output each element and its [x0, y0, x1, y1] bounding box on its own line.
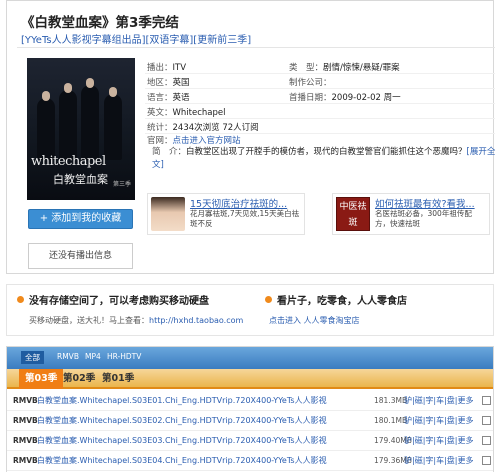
file-checkbox[interactable] — [482, 396, 491, 405]
divider — [145, 73, 495, 74]
file-name[interactable]: 白教堂血案.Whitechapel.S03E03.Chi_Eng.HDTVrip… — [37, 431, 327, 451]
ad-body: 花月寡祛斑,7天见效,15天美白祛斑不反 — [190, 209, 300, 228]
file-checkbox[interactable] — [482, 416, 491, 425]
file-checkbox[interactable] — [482, 456, 491, 465]
synopsis-text: 白教堂区出现了开膛手的模仿者，现代的白教堂警官们能抓住这个恶魔吗？ — [186, 147, 467, 157]
file-row: RMVB 白教堂血案.Whitechapel.S03E03.Chi_Eng.HD… — [7, 431, 493, 451]
meta-region: 地区：英国 — [147, 76, 190, 88]
poster-image[interactable]: whitechapel 白教堂血案 第三季 — [27, 58, 135, 200]
poster-title-cn: 白教堂血案 — [53, 173, 108, 186]
meta-value: 英语 — [172, 93, 190, 103]
meta-value: 2434次浏览 72人订阅 — [172, 123, 259, 133]
synopsis-label: 简 介： — [152, 147, 187, 157]
file-size: 181.3MB — [374, 396, 408, 405]
season-tabs: 第03季 第02季 第01季 — [7, 369, 493, 389]
meta-label: 类 型： — [289, 63, 324, 73]
resource-list: 全部 RMVB MP4 HR-HDTV 第03季 第02季 第01季 RMVB … — [6, 346, 494, 472]
meta-label: 语言： — [147, 93, 173, 103]
promo-left-heading[interactable]: 没有存储空间了，可以考虑购买移动硬盘 — [29, 292, 209, 307]
divider — [145, 118, 495, 119]
meta-label: 官网： — [147, 136, 173, 146]
ad-headline[interactable]: 如何祛斑最有效?看我... — [375, 196, 475, 210]
meta-label: 制作公司： — [289, 78, 332, 88]
meta-label: 首播日期： — [289, 93, 332, 103]
file-size: 180.1MB — [374, 416, 408, 425]
ad-thumbnail-text: 中医祛斑 — [339, 202, 367, 228]
bullet-icon — [265, 296, 272, 303]
file-name[interactable]: 白教堂血案.Whitechapel.S03E02.Chi_Eng.HDTVrip… — [37, 411, 327, 431]
ad-headline[interactable]: 15天彻底治疗祛斑的... — [190, 196, 287, 210]
official-site-link[interactable]: 点击进入官方网站 — [173, 136, 241, 146]
format-tab-rmvb[interactable]: RMVB — [57, 352, 79, 361]
file-name[interactable]: 白教堂血案.Whitechapel.S03E01.Chi_Eng.HDTVrip… — [37, 391, 327, 411]
synopsis: 简 介：白教堂区出现了开膛手的模仿者，现代的白教堂警官们能抓住这个恶魔吗？[展开… — [152, 146, 497, 172]
promo-right-link[interactable]: 点击进入 人人零食淘宝店 — [269, 316, 360, 325]
page-subtitle: [YYeTs人人影视字幕组出品][双语字幕][更新前三季] — [21, 35, 252, 46]
meta-label: 英文： — [147, 108, 173, 118]
meta-value: Whitechapel — [172, 108, 226, 118]
promo-left-link[interactable]: http://hxhd.taobao.com — [149, 316, 243, 325]
meta-channel: 播出：ITV — [147, 61, 186, 73]
format-tab-all[interactable]: 全部 — [21, 351, 44, 364]
promo-right-sub: 点击进入 人人零食淘宝店 — [269, 315, 360, 326]
ad-thumbnail: 中医祛斑 — [336, 197, 370, 231]
file-download-links[interactable]: 驴|磁|字|车|盘|更多 — [404, 431, 473, 451]
meta-value: 英国 — [172, 78, 190, 88]
meta-label: 地区： — [147, 78, 173, 88]
file-download-links[interactable]: 驴|磁|字|车|盘|更多 — [404, 391, 473, 411]
meta-english-name: 英文：Whitechapel — [147, 106, 226, 118]
promo-left-text: 买移动硬盘，送大礼！马上查看： — [29, 316, 149, 325]
meta-genre: 类 型：剧情/惊悚/悬疑/罪案 — [289, 61, 400, 73]
show-info-card: 《白教堂血案》第3季完结 [YYeTs人人影视字幕组出品][双语字幕][更新前三… — [6, 0, 497, 274]
file-format: RMVB — [13, 396, 38, 405]
file-format: RMVB — [13, 456, 38, 465]
divider — [145, 88, 495, 89]
meta-premiere-date: 首播日期：2009-02-02 周一 — [289, 91, 401, 103]
file-row: RMVB 白教堂血案.Whitechapel.S03E02.Chi_Eng.HD… — [7, 411, 493, 431]
promo-left-sub: 买移动硬盘，送大礼！马上查看：http://hxhd.taobao.com — [29, 315, 243, 326]
format-filter-bar: 全部 RMVB MP4 HR-HDTV — [7, 347, 493, 369]
format-tab-mp4[interactable]: MP4 — [85, 352, 101, 361]
poster-tag: 第三季 — [112, 181, 131, 188]
meta-value: 2009-02-02 周一 — [331, 93, 401, 103]
meta-official-site: 官网：点击进入官方网站 — [147, 134, 241, 146]
meta-value: 剧情/惊悚/悬疑/罪案 — [323, 63, 400, 73]
bullet-icon — [17, 296, 24, 303]
ad-thumbnail — [151, 197, 185, 231]
meta-production-company: 制作公司： — [289, 76, 332, 88]
meta-value: ITV — [172, 63, 187, 73]
ad-banner-1[interactable]: 15天彻底治疗祛斑的... 花月寡祛斑,7天见效,15天美白祛斑不反 — [147, 193, 305, 235]
no-schedule-button[interactable]: 还没有播出信息 — [28, 243, 133, 269]
season-tab-01[interactable]: 第01季 — [96, 369, 140, 389]
meta-stats: 统计：2434次浏览 72人订阅 — [147, 121, 259, 133]
poster-title-en: whitechapel — [31, 154, 106, 169]
ad-body: 名医祛斑必备，300年祖传配方，快速祛斑 — [375, 209, 472, 228]
file-row: RMVB 白教堂血案.Whitechapel.S03E04.Chi_Eng.HD… — [7, 451, 493, 471]
divider — [17, 47, 495, 48]
file-format: RMVB — [13, 436, 38, 445]
file-name[interactable]: 白教堂血案.Whitechapel.S03E04.Chi_Eng.HDTVrip… — [37, 451, 327, 471]
file-format: RMVB — [13, 416, 38, 425]
meta-language: 语言：英语 — [147, 91, 190, 103]
format-tab-hr-hdtv[interactable]: HR-HDTV — [107, 352, 141, 361]
page-title: 《白教堂血案》第3季完结 — [21, 15, 179, 31]
meta-label: 播出： — [147, 63, 173, 73]
promo-right-heading[interactable]: 看片子，吃零食，人人零食店 — [277, 292, 407, 307]
promo-bar: 没有存储空间了，可以考虑购买移动硬盘 买移动硬盘，送大礼！马上查看：http:/… — [6, 284, 494, 336]
meta-label: 统计： — [147, 123, 173, 133]
divider — [145, 103, 495, 104]
file-checkbox[interactable] — [482, 436, 491, 445]
season-tab-02[interactable]: 第02季 — [57, 369, 101, 389]
file-row: RMVB 白教堂血案.Whitechapel.S03E01.Chi_Eng.HD… — [7, 391, 493, 411]
ad-banner-2[interactable]: 中医祛斑 如何祛斑最有效?看我... 名医祛斑必备，300年祖传配方，快速祛斑 — [332, 193, 490, 235]
file-download-links[interactable]: 驴|磁|字|车|盘|更多 — [404, 451, 473, 471]
file-download-links[interactable]: 驴|磁|字|车|盘|更多 — [404, 411, 473, 431]
add-favorite-button[interactable]: + 添加到我的收藏 — [28, 209, 133, 229]
